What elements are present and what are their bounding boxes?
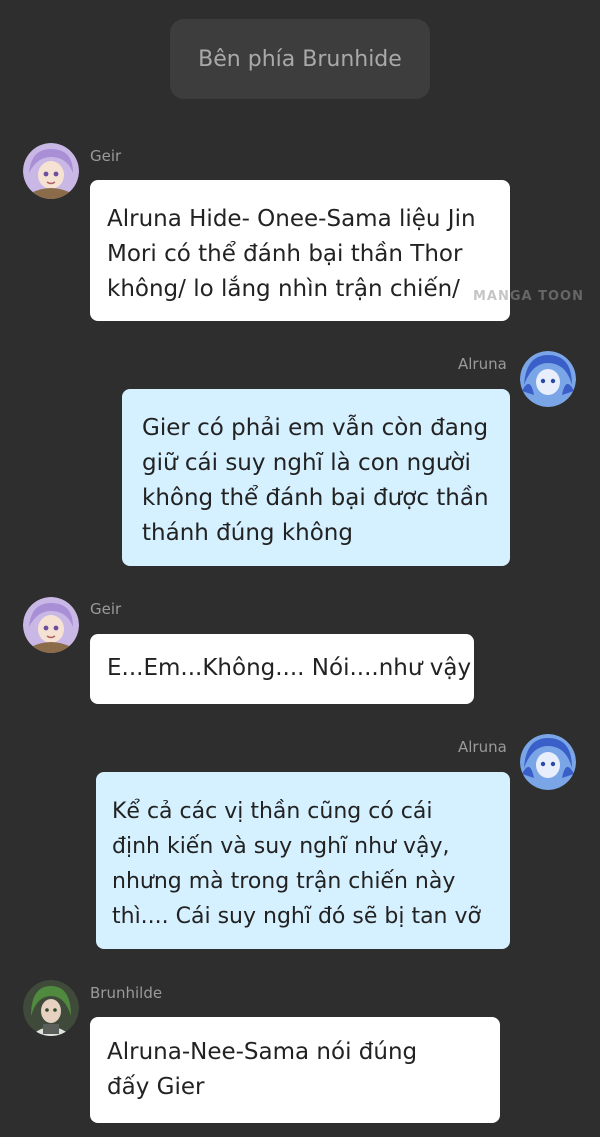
message-text-line: nhưng mà trong trận chiến này	[112, 869, 456, 894]
message-bubble-sent[interactable]: Gier có phải em vẫn còn đang giữ cái suy…	[122, 389, 510, 566]
message-text-line: E...Em...Không.... Nói....như vậy	[107, 655, 472, 681]
chat-section-title: Bên phía Brunhide	[198, 46, 402, 72]
message-text-line: Alruna-Nee-Sama nói đúng	[107, 1039, 418, 1065]
message-text-line: Kể cả các vị thần cũng có cái	[112, 799, 433, 824]
message-text-line: không/ lo lắng nhìn trận chiến/	[107, 276, 460, 302]
watermark: MANGA TOON	[473, 289, 584, 304]
girl-lavender-hair-avatar-icon[interactable]	[23, 143, 79, 199]
message-text-line: Mori có thể đánh bại thần Thor	[107, 241, 463, 267]
girl-blue-hair-avatar-icon[interactable]	[520, 351, 576, 407]
sender-name: Brunhilde	[90, 984, 163, 1002]
sender-name: Geir	[90, 147, 122, 165]
message-text-line: thì.... Cái suy nghĩ đó sẽ bị tan vỡ	[112, 904, 481, 929]
message-text-line: không thể đánh bại được thần	[142, 485, 489, 511]
message-text-line: thánh đúng không	[142, 520, 353, 546]
girl-blue-hair-avatar-icon[interactable]	[520, 734, 576, 790]
girl-lavender-hair-avatar-icon[interactable]	[23, 597, 79, 653]
message-text-line: định kiến và suy nghĩ như vậy,	[112, 834, 450, 859]
message-text-line: giữ cái suy nghĩ là con người	[142, 450, 471, 476]
woman-green-hair-avatar-icon[interactable]	[23, 980, 79, 1036]
chat-section-header: Bên phía Brunhide	[170, 19, 430, 99]
message-bubble-received[interactable]: Alruna Hide- Onee-Sama liệu Jin Mori có …	[90, 180, 510, 321]
message-bubble-sent[interactable]: Kể cả các vị thần cũng có cái định kiến …	[96, 772, 510, 949]
chat-screen: Bên phía Brunhide Geir Alruna Hide- Onee…	[0, 0, 600, 1137]
message-text-line: Gier có phải em vẫn còn đang	[142, 415, 489, 441]
message-bubble-received[interactable]: E...Em...Không.... Nói....như vậy	[90, 634, 474, 704]
sender-name: Alruna	[458, 738, 507, 756]
message-text-line: đấy Gier	[107, 1074, 205, 1100]
message-text-line: Alruna Hide- Onee-Sama liệu Jin	[107, 206, 476, 232]
sender-name: Geir	[90, 600, 122, 618]
sender-name: Alruna	[458, 355, 507, 373]
message-bubble-received[interactable]: Alruna-Nee-Sama nói đúng đấy Gier	[90, 1017, 500, 1123]
